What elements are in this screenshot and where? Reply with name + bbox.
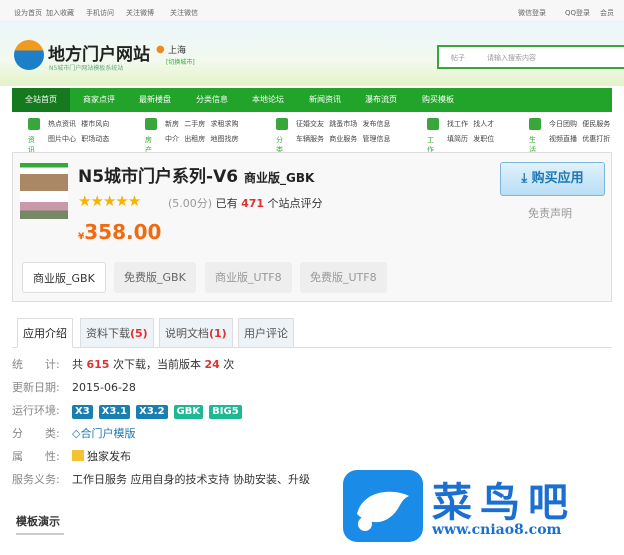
search-type-select[interactable]: 帖子	[451, 53, 465, 63]
subnav-links[interactable]: 视频直播 优惠打折	[549, 134, 610, 144]
house-icon	[145, 118, 157, 130]
subnav-links[interactable]: 今日团购 便民服务	[549, 119, 610, 129]
product-thumbnail[interactable]	[20, 163, 68, 219]
subnav-links[interactable]: 图片中心 职场动态	[48, 134, 109, 144]
nav-reviews[interactable]: 商家点评	[70, 88, 128, 112]
nav-home[interactable]: 全站首页	[12, 88, 70, 112]
sub-nav: 资讯 热点资讯 楼市风向 图片中心 职场动态 房产 新房 二手房 求租求购 中介 出租房…	[12, 115, 612, 154]
city-name: 上海	[168, 46, 187, 56]
news-icon	[28, 118, 40, 130]
nav-classifieds[interactable]: 分类信息	[183, 88, 241, 112]
tab-downloads[interactable]: 资料下载(5)	[80, 318, 154, 348]
env-badge: X3	[72, 405, 93, 419]
location-pin-icon: ●	[156, 44, 165, 55]
search-input[interactable]: 请输入搜索内容	[487, 53, 536, 63]
search-box[interactable]: 帖子 请输入搜索内容	[437, 45, 624, 69]
nav-forum[interactable]: 本地论坛	[239, 88, 297, 112]
subnav-links[interactable]: 热点资讯 楼市风向	[48, 119, 109, 129]
logo-icon[interactable]	[14, 40, 44, 70]
buy-app-button[interactable]: ⤓ 购买应用	[500, 162, 605, 196]
grid-icon	[276, 118, 288, 130]
logo[interactable]: 地方门户网站	[48, 40, 150, 65]
nav-buy-template[interactable]: 购买模板	[409, 88, 467, 112]
subnav-links[interactable]: 找工作 找人才	[447, 119, 494, 129]
disclaimer-link[interactable]: 免责声明	[528, 205, 572, 221]
weibo-link[interactable]: 关注微博	[126, 8, 154, 18]
subnav-links[interactable]: 车辆服务 商业服务 管理信息	[296, 134, 390, 144]
template-demo-heading: 模板演示	[16, 515, 60, 528]
env-badge: X3.1	[98, 405, 131, 419]
service-row: 服务义务: 工作日服务 应用自身的技术支持 协助安装、升级	[12, 473, 310, 486]
main-nav: 全站首页 商家点评 最新楼盘 分类信息 本地论坛 新闻资讯 瀑布流页 购买模板	[12, 88, 612, 112]
version-free-gbk[interactable]: 免费版_GBK	[114, 262, 196, 293]
attribute-row: 属 性: 独家发布	[12, 450, 131, 463]
subnav-links[interactable]: 中介 出租房 地图找房	[165, 134, 238, 144]
product-title: N5城市门户系列-V6 商业版_GBK	[78, 167, 315, 187]
subnav-links[interactable]: 填简历 发职位	[447, 134, 494, 144]
tab-intro[interactable]: 应用介绍	[17, 318, 73, 348]
qq-login-link[interactable]: QQ登录	[565, 8, 590, 18]
version-commercial-utf8[interactable]: 商业版_UTF8	[205, 262, 292, 293]
mobile-link[interactable]: 手机访问	[86, 8, 114, 18]
nav-housing[interactable]: 最新楼盘	[126, 88, 184, 112]
nav-news[interactable]: 新闻资讯	[296, 88, 354, 112]
job-icon	[427, 118, 439, 130]
favorite-link[interactable]: 加入收藏	[46, 8, 74, 18]
subnav-links[interactable]: 新房 二手房 求租求购	[165, 119, 238, 129]
nav-waterfall[interactable]: 瀑布流页	[352, 88, 410, 112]
watermark-bird-icon	[343, 470, 423, 542]
version-free-utf8[interactable]: 免费版_UTF8	[300, 262, 387, 293]
date-row: 更新日期: 2015-06-28	[12, 381, 136, 394]
product-edition: 商业版_GBK	[244, 171, 315, 185]
top-bar: 设为首页 加入收藏 手机访问 关注微博 关注微信 微信登录 QQ登录 会员	[0, 0, 624, 22]
env-row: 运行环境: X3 X3.1 X3.2 GBK BIG5	[12, 402, 248, 419]
env-badge: BIG5	[209, 405, 242, 419]
price: ¥358.00	[78, 220, 162, 244]
switch-city-link[interactable]: [切换城市]	[166, 57, 195, 66]
tab-comments[interactable]: 用户评论	[238, 318, 294, 348]
watermark-url: www.cniao8.com	[432, 522, 562, 538]
member-link[interactable]: 会员	[600, 8, 614, 18]
category-link[interactable]: 合门户模版	[80, 427, 135, 440]
tab-docs[interactable]: 说明文档(1)	[159, 318, 233, 348]
set-home-link[interactable]: 设为首页	[14, 8, 42, 18]
wechat-link[interactable]: 关注微信	[170, 8, 198, 18]
env-badge: GBK	[173, 405, 204, 419]
category-row: 分 类: ◇合门户模版	[12, 427, 136, 440]
rating-text: (5.00分) 已有 471 个站点评分	[168, 197, 323, 210]
rating-stars: ★★★★★	[78, 192, 141, 210]
version-commercial-gbk[interactable]: 商业版_GBK	[22, 262, 106, 293]
watermark-text: 菜鸟吧	[432, 479, 576, 526]
wechat-login-link[interactable]: 微信登录	[518, 8, 546, 18]
star-icon	[529, 118, 541, 130]
download-icon: ⤓	[521, 171, 532, 186]
exclusive-icon	[72, 450, 84, 461]
env-badge: X3.2	[136, 405, 168, 419]
logo-subtitle: N5城市门户网站模板系统站	[49, 65, 124, 72]
subnav-links[interactable]: 征婚交友 跳蚤市场 发布信息	[296, 119, 390, 129]
heading-underline	[16, 533, 64, 535]
stat-row: 统 计: 共 615 次下载，当前版本 24 次	[12, 358, 235, 371]
